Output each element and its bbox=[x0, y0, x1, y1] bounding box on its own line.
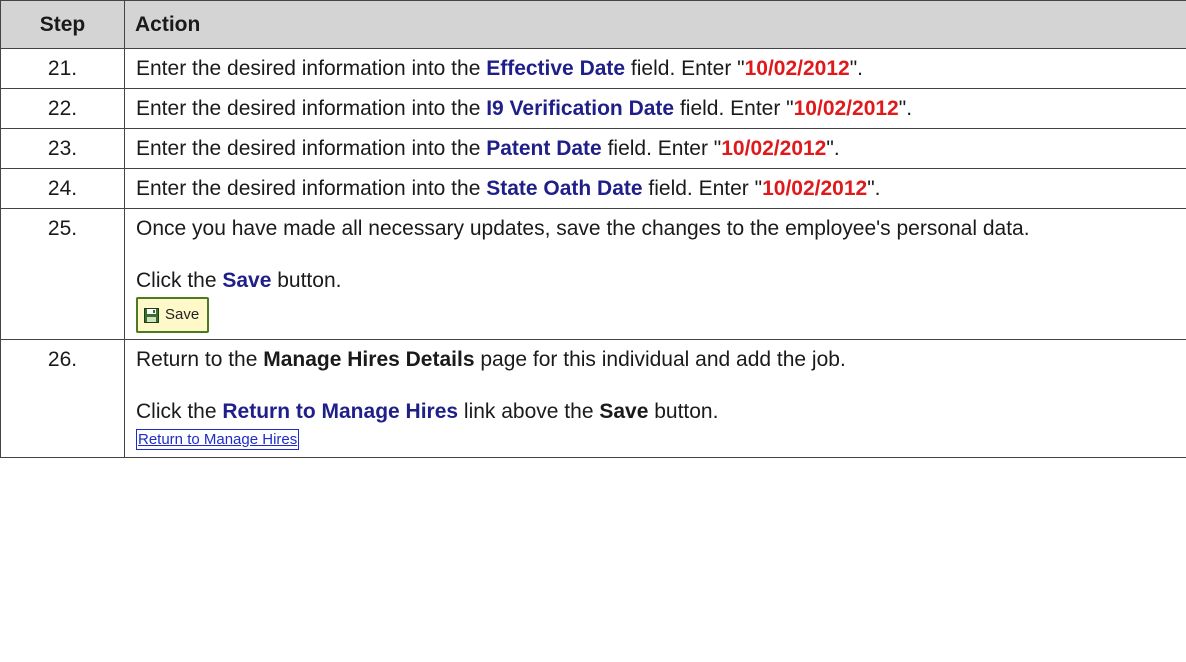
action-text: field. Enter " bbox=[674, 97, 794, 120]
step-action: Enter the desired information into the S… bbox=[124, 168, 1186, 209]
step-number: 24. bbox=[0, 168, 125, 209]
entry-value: 10/02/2012 bbox=[721, 137, 827, 160]
entry-value: 10/02/2012 bbox=[744, 57, 850, 80]
table-row: 23. Enter the desired information into t… bbox=[0, 128, 1186, 169]
entry-value: 10/02/2012 bbox=[793, 97, 899, 120]
header-action: Action bbox=[124, 0, 1186, 49]
table-row: 21. Enter the desired information into t… bbox=[0, 48, 1186, 89]
step-action: Return to the Manage Hires Details page … bbox=[124, 339, 1186, 458]
step-action: Once you have made all necessary updates… bbox=[124, 208, 1186, 340]
button-name: Save bbox=[599, 400, 649, 423]
save-button[interactable]: Save bbox=[136, 297, 210, 333]
step-action: Enter the desired information into the P… bbox=[124, 128, 1186, 169]
step-number: 22. bbox=[0, 88, 125, 129]
header-step: Step bbox=[0, 0, 125, 49]
field-name: I9 Verification Date bbox=[486, 97, 675, 120]
steps-table: Step Action 21. Enter the desired inform… bbox=[0, 0, 1186, 458]
action-text: Return to the bbox=[136, 348, 264, 371]
field-name: Patent Date bbox=[486, 137, 602, 160]
action-text: page for this individual and add the job… bbox=[474, 348, 846, 371]
step-number: 23. bbox=[0, 128, 125, 169]
action-text: Click the bbox=[136, 400, 223, 423]
action-text: link above the bbox=[458, 400, 600, 423]
entry-value: 10/02/2012 bbox=[762, 177, 868, 200]
table-row: 25. Once you have made all necessary upd… bbox=[0, 208, 1186, 340]
table-header-row: Step Action bbox=[0, 0, 1186, 49]
table-row: 22. Enter the desired information into t… bbox=[0, 88, 1186, 129]
step-action: Enter the desired information into the E… bbox=[124, 48, 1186, 89]
step-number: 26. bbox=[0, 339, 125, 458]
step-number: 21. bbox=[0, 48, 125, 89]
step-number: 25. bbox=[0, 208, 125, 340]
action-text: field. Enter " bbox=[601, 137, 722, 160]
field-name: Return to Manage Hires bbox=[222, 400, 459, 423]
floppy-disk-icon bbox=[144, 307, 159, 323]
field-name: State Oath Date bbox=[486, 177, 643, 200]
action-text: ". bbox=[867, 177, 881, 200]
action-text: ". bbox=[849, 57, 864, 80]
save-button-label: Save bbox=[165, 306, 200, 323]
action-text: Click the bbox=[136, 269, 223, 292]
action-text: Enter the desired information into the bbox=[136, 97, 487, 120]
action-text: button. bbox=[271, 269, 342, 292]
action-text: field. Enter " bbox=[625, 57, 745, 80]
table-row: 26. Return to the Manage Hires Details p… bbox=[0, 339, 1186, 458]
page-name: Manage Hires Details bbox=[263, 348, 475, 371]
action-text: ". bbox=[826, 137, 840, 160]
action-text: field. Enter " bbox=[642, 177, 763, 200]
action-text: Enter the desired information into the bbox=[136, 57, 487, 80]
action-text: Enter the desired information into the bbox=[136, 177, 487, 200]
action-text: Once you have made all necessary updates… bbox=[136, 217, 1030, 240]
field-name: Effective Date bbox=[486, 57, 626, 80]
action-text: ". bbox=[898, 97, 913, 120]
field-name: Save bbox=[222, 269, 272, 292]
action-text: Enter the desired information into the bbox=[136, 137, 487, 160]
step-action: Enter the desired information into the I… bbox=[124, 88, 1186, 129]
action-text: button. bbox=[648, 400, 719, 423]
return-to-manage-hires-link[interactable]: Return to Manage Hires bbox=[136, 429, 300, 450]
table-row: 24. Enter the desired information into t… bbox=[0, 168, 1186, 209]
